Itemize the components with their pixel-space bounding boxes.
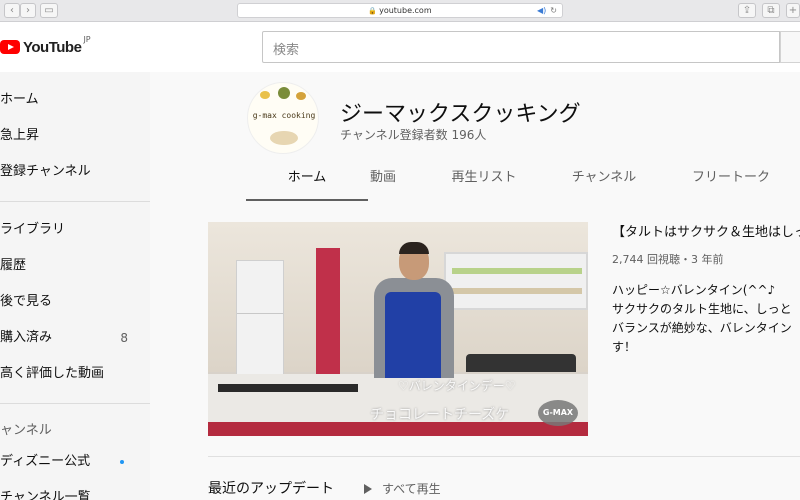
avatar-label: g-max cooking (252, 111, 316, 120)
description-line: ハッピー☆バレンタイン(^^♪ (612, 283, 776, 297)
video-frame-apron (385, 292, 441, 378)
sidebar-item-label: 購入済み (0, 330, 53, 345)
search-input[interactable]: 検索 (262, 31, 780, 63)
back-button[interactable]: ‹ (4, 3, 20, 18)
play-icon (364, 484, 372, 494)
logo-region: JP (83, 35, 91, 44)
sidebar-item-watch-later[interactable]: 後で見る (0, 284, 150, 320)
speaker-icon[interactable]: ◀) (537, 6, 546, 15)
channel-avatar[interactable]: g-max cooking (247, 82, 319, 154)
sidebar-item-label: チャンネル一覧 (0, 490, 91, 500)
sidebar-item-trending[interactable]: 急上昇 (0, 118, 150, 154)
featured-video-player[interactable]: ♡バレンタインデー♡ チョコレートチーズケ G-MAX (208, 222, 588, 436)
featured-video-title[interactable]: 【タルトはサクサク＆生地はしっ (612, 221, 800, 240)
logo-text: YouTube (23, 38, 82, 56)
avatar-decoration (296, 92, 306, 100)
video-overlay-text: チョコレートチーズケ (370, 407, 510, 423)
sidebar-item-label: ホーム (0, 92, 39, 107)
sidebar-item-label: 急上昇 (0, 128, 40, 143)
forward-button[interactable]: › (20, 3, 36, 18)
video-frame-hair (399, 242, 429, 254)
sidebar-divider (0, 201, 150, 202)
url-text: youtube.com (379, 6, 432, 15)
video-frame-shelf (444, 252, 588, 310)
channel-tabs: ホーム 動画 再生リスト チャンネル フリートーク (246, 157, 800, 201)
lock-icon: 🔒 (368, 7, 378, 15)
play-all-label: すべて再生 (382, 482, 441, 496)
sidebar-divider (0, 403, 150, 404)
sidebar-item-label: 登録チャンネル (0, 164, 91, 179)
section-divider (208, 456, 800, 457)
sidebar-item-subscriptions[interactable]: 登録チャンネル (0, 154, 150, 190)
video-frame-fridge (236, 260, 284, 380)
video-frame-cabinet (316, 248, 340, 378)
reload-icon[interactable]: ↻ (550, 6, 557, 15)
new-content-dot (120, 460, 124, 464)
search-button[interactable] (780, 31, 800, 63)
sidebar-item-label: 履歴 (0, 258, 27, 273)
tab-channels[interactable]: チャンネル (554, 157, 654, 201)
tab-videos[interactable]: 動画 (346, 157, 420, 201)
description-line: サクサクのタルト生地に、しっと (612, 302, 792, 316)
featured-video-description: ハッピー☆バレンタイン(^^♪ サクサクのタルト生地に、しっと バランスが絶妙な… (612, 281, 800, 357)
sidebar-item-label: ライブラリ (0, 222, 66, 237)
share-icon[interactable]: ⇪ (738, 3, 756, 18)
tab-playlists[interactable]: 再生リスト (438, 157, 530, 201)
featured-video-meta: 2,744 回視聴・3 年前 (612, 253, 724, 266)
description-line: す！ (612, 340, 637, 354)
youtube-header: YouTube JP 検索 (0, 22, 800, 72)
sidebar-item-channel-list[interactable]: チャンネル一覧 (0, 480, 150, 500)
new-tab-icon[interactable]: + (786, 3, 800, 18)
subscriber-count: チャンネル登録者数 196人 (340, 128, 487, 142)
tabs-overview-icon[interactable]: ⧉ (762, 3, 780, 18)
sidebar-item-library[interactable]: ライブラリ (0, 212, 150, 248)
address-bar[interactable]: 🔒 youtube.com ◀) ↻ (237, 3, 563, 18)
sidebar-item-home[interactable]: ホーム (0, 82, 150, 118)
sidebar-item-disney[interactable]: ディズニー公式 (0, 444, 150, 480)
sidebar-item-label: 後で見る (0, 294, 53, 309)
purchases-count: 8 (120, 331, 128, 345)
browser-toolbar: ‹ › ▭ 🔒 youtube.com ◀) ↻ ⇪ ⧉ + (0, 0, 800, 22)
play-all-button[interactable]: すべて再生 (364, 480, 441, 497)
sidebar-item-purchases[interactable]: 購入済み 8 (0, 320, 150, 356)
sidebar-item-history[interactable]: 履歴 (0, 248, 150, 284)
video-frame-pots (466, 354, 576, 372)
channel-name: ジーマックスクッキング (340, 102, 581, 127)
tab-discussion[interactable]: フリートーク (676, 157, 786, 201)
video-overlay-text: ♡バレンタインデー♡ (398, 379, 516, 393)
sidebar-item-liked-videos[interactable]: 高く評価した動画 (0, 356, 150, 392)
avatar-decoration (278, 87, 290, 99)
sidebar-toggle-icon[interactable]: ▭ (40, 3, 58, 18)
avatar-decoration (260, 91, 270, 99)
sidebar-section-title: ャンネル (0, 423, 52, 438)
youtube-logo[interactable]: YouTube JP (0, 35, 91, 57)
gmax-badge: G-MAX (538, 400, 578, 426)
description-line: バランスが絶妙な、バレンタイン (612, 321, 792, 335)
sidebar-item-label: 高く評価した動画 (0, 366, 105, 381)
recent-uploads-title: 最近のアップデート (208, 481, 334, 497)
search-placeholder: 検索 (273, 43, 300, 58)
youtube-play-icon (0, 40, 20, 54)
sidebar: ホーム 急上昇 登録チャンネル ライブラリ 履歴 後で見る 購入済み 8 高く評価… (0, 72, 150, 500)
sidebar-item-label: ディズニー公式 (0, 454, 91, 469)
avatar-decoration (270, 131, 298, 145)
